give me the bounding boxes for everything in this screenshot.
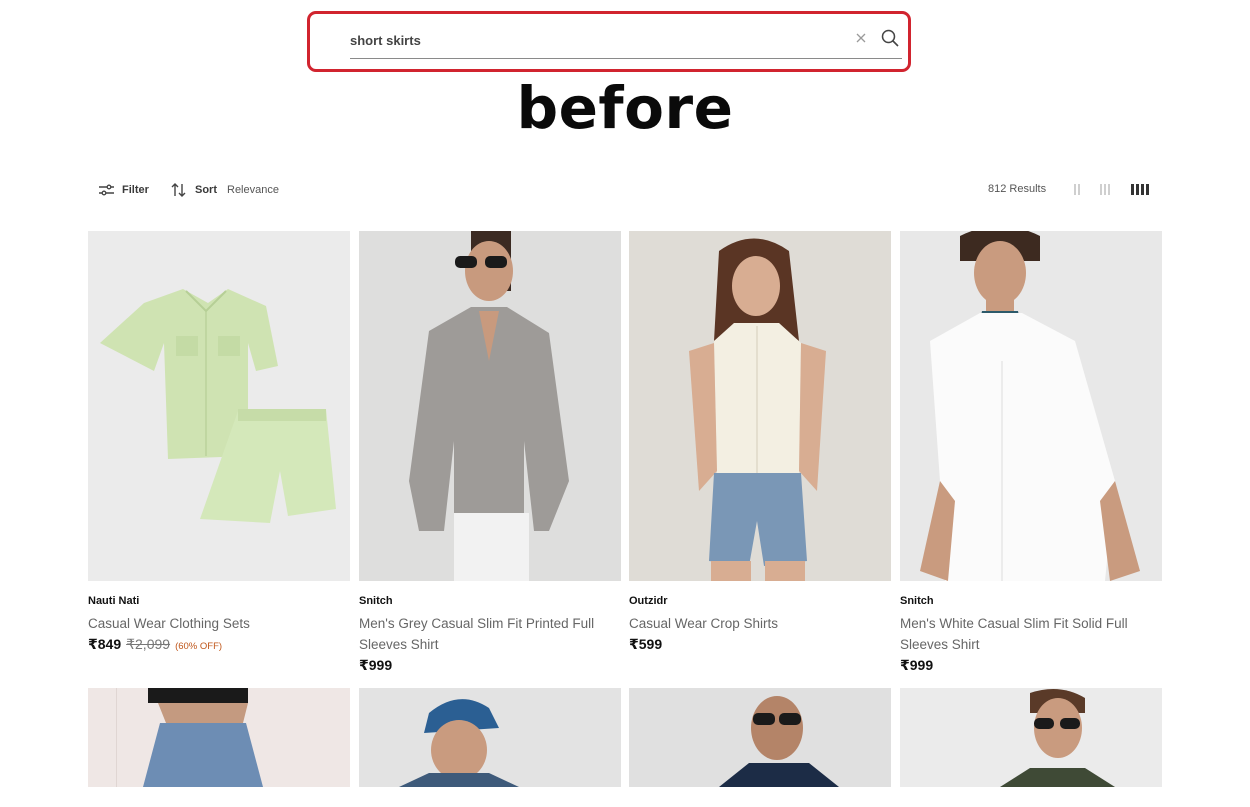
discount-badge: (60% OFF) — [175, 641, 223, 652]
listing-toolbar: Filter Sort Relevance 812 Results — [98, 180, 1152, 202]
product-title[interactable]: Casual Wear Clothing Sets — [88, 613, 338, 634]
product-card[interactable]: Nauti Nati Casual Wear Clothing Sets ₹84… — [88, 231, 350, 652]
product-card[interactable]: Outzidr Casual Wear Crop Shirts ₹599 — [629, 231, 891, 652]
product-card[interactable]: Snitch Men's Grey Casual Slim Fit Printe… — [359, 231, 621, 673]
sort-icon — [171, 183, 186, 197]
product-price: ₹849 — [88, 636, 122, 652]
filter-button[interactable]: Filter — [98, 180, 149, 200]
product-image[interactable] — [359, 688, 621, 787]
sort-value: Relevance — [227, 184, 279, 196]
product-image[interactable] — [88, 231, 350, 581]
product-price-row: ₹999 — [359, 657, 392, 674]
product-brand: Nauti Nati — [88, 595, 140, 607]
results-count: 812 Results — [988, 183, 1047, 195]
search-input[interactable] — [350, 30, 830, 50]
sort-label: Sort — [195, 184, 217, 196]
product-title[interactable]: Men's Grey Casual Slim Fit Printed Full … — [359, 613, 609, 655]
product-price: ₹599 — [629, 636, 663, 652]
sort-button[interactable]: Sort Relevance — [170, 180, 279, 200]
product-price: ₹999 — [900, 657, 934, 673]
product-brand: Snitch — [359, 595, 393, 607]
product-card[interactable]: Snitch Men's White Casual Slim Fit Solid… — [900, 231, 1162, 673]
product-brand: Snitch — [900, 595, 934, 607]
product-price: ₹999 — [359, 657, 393, 673]
search-highlight-box — [307, 11, 911, 72]
close-icon[interactable] — [854, 31, 868, 45]
annotation-label: before — [516, 74, 734, 142]
search-bar[interactable] — [350, 28, 902, 59]
search-icon[interactable] — [880, 28, 900, 48]
view-4-column-button[interactable] — [1131, 184, 1149, 196]
product-image[interactable] — [359, 231, 621, 581]
product-title[interactable]: Casual Wear Crop Shirts — [629, 613, 879, 634]
product-price-row: ₹599 — [629, 636, 662, 653]
product-title[interactable]: Men's White Casual Slim Fit Solid Full S… — [900, 613, 1150, 655]
product-image[interactable] — [900, 231, 1162, 581]
product-image[interactable] — [88, 688, 350, 787]
product-image[interactable] — [900, 688, 1162, 787]
filter-label: Filter — [122, 184, 149, 196]
view-3-column-button[interactable] — [1100, 184, 1110, 196]
product-price-row: ₹849 ₹2,099 (60% OFF) — [88, 636, 222, 653]
product-image[interactable] — [629, 688, 891, 787]
view-2-column-button[interactable] — [1074, 184, 1080, 196]
product-image[interactable] — [629, 231, 891, 581]
product-price-row: ₹999 — [900, 657, 933, 674]
product-mrp: ₹2,099 — [126, 636, 171, 652]
filter-icon — [99, 184, 114, 196]
product-brand: Outzidr — [629, 595, 668, 607]
